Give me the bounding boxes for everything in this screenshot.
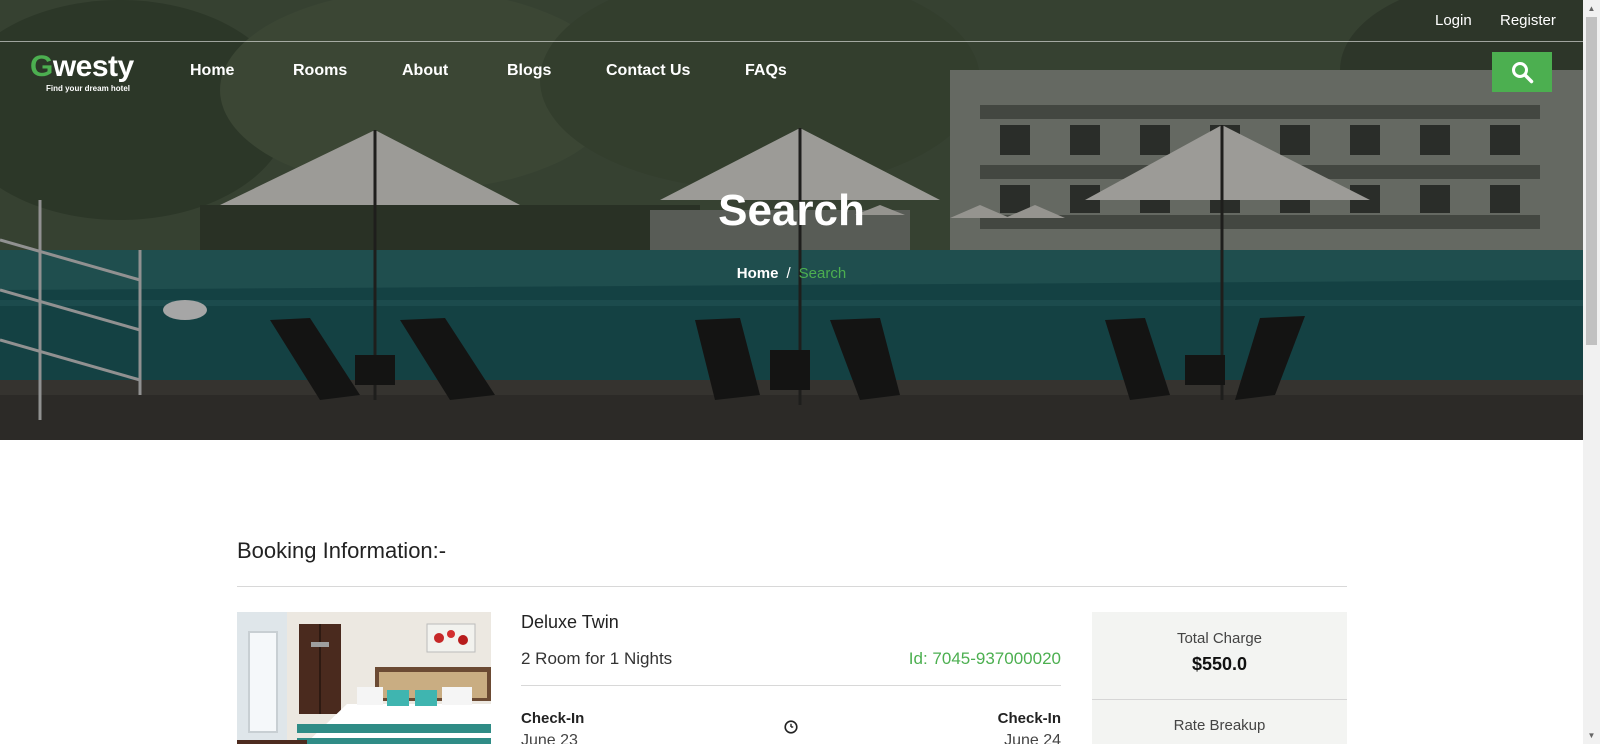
- breadcrumb: Home / Search: [0, 265, 1583, 282]
- rate-breakup-label[interactable]: Rate Breakup: [1092, 717, 1347, 734]
- checkout-label: Check-In: [997, 710, 1061, 727]
- rooms-nights: 2 Room for 1 Nights: [521, 649, 673, 668]
- section-divider: [237, 586, 1347, 587]
- nav-rooms[interactable]: Rooms: [293, 62, 347, 80]
- nav-home[interactable]: Home: [190, 62, 234, 80]
- scroll-up-icon[interactable]: ▲: [1583, 0, 1600, 17]
- logo-wordmark: Gwesty: [30, 52, 134, 82]
- checkin-label: Check-In: [521, 710, 585, 727]
- nav-contact-us[interactable]: Contact Us: [606, 62, 690, 80]
- logo-rest: westy: [52, 50, 134, 83]
- scrollbar-thumb[interactable]: [1586, 17, 1597, 345]
- search-icon: [1512, 62, 1534, 84]
- logo-tagline: Find your dream hotel: [46, 84, 131, 93]
- brand-logo[interactable]: Gwesty Find your dream hotel: [30, 52, 150, 94]
- logo-first-letter: G: [30, 50, 53, 83]
- breadcrumb-current: Search: [798, 265, 847, 282]
- page-scrollbar[interactable]: ▲ ▼: [1583, 0, 1600, 744]
- booking-id: Id: 7045-937000020: [908, 649, 1061, 668]
- breadcrumb-home[interactable]: Home: [737, 265, 779, 282]
- search-button[interactable]: [1492, 52, 1552, 92]
- page-title: Search: [718, 186, 865, 235]
- charge-divider: [1092, 699, 1347, 700]
- total-charge-label: Total Charge: [1176, 630, 1263, 647]
- breadcrumb-separator: /: [786, 265, 791, 282]
- hero-banner: Login Register Gwesty Find your dream ho…: [0, 0, 1583, 440]
- page: Login Register Gwesty Find your dream ho…: [0, 0, 1583, 744]
- room-image: [237, 612, 491, 744]
- checkout-date: June 24: [1004, 732, 1061, 744]
- charge-summary: Total Charge $550.0 Rate Breakup: [1092, 612, 1347, 744]
- details-divider: [521, 685, 1061, 686]
- main-nav: Gwesty Find your dream hotel Home Rooms …: [0, 42, 1583, 102]
- nav-about[interactable]: About: [402, 62, 448, 80]
- room-name: Deluxe Twin: [521, 612, 619, 632]
- scroll-down-icon[interactable]: ▼: [1583, 727, 1600, 744]
- total-charge-amount: $550.0: [1191, 654, 1248, 674]
- room-photo: [237, 612, 491, 744]
- login-link[interactable]: Login: [1435, 12, 1472, 29]
- clock-icon: [784, 720, 798, 734]
- nav-blogs[interactable]: Blogs: [507, 62, 551, 80]
- top-bar: Login Register: [0, 0, 1583, 42]
- booking-section-title: Booking Information:-: [237, 538, 447, 563]
- nav-faqs[interactable]: FAQs: [745, 62, 787, 80]
- register-link[interactable]: Register: [1500, 12, 1556, 29]
- checkin-date: June 23: [521, 732, 578, 744]
